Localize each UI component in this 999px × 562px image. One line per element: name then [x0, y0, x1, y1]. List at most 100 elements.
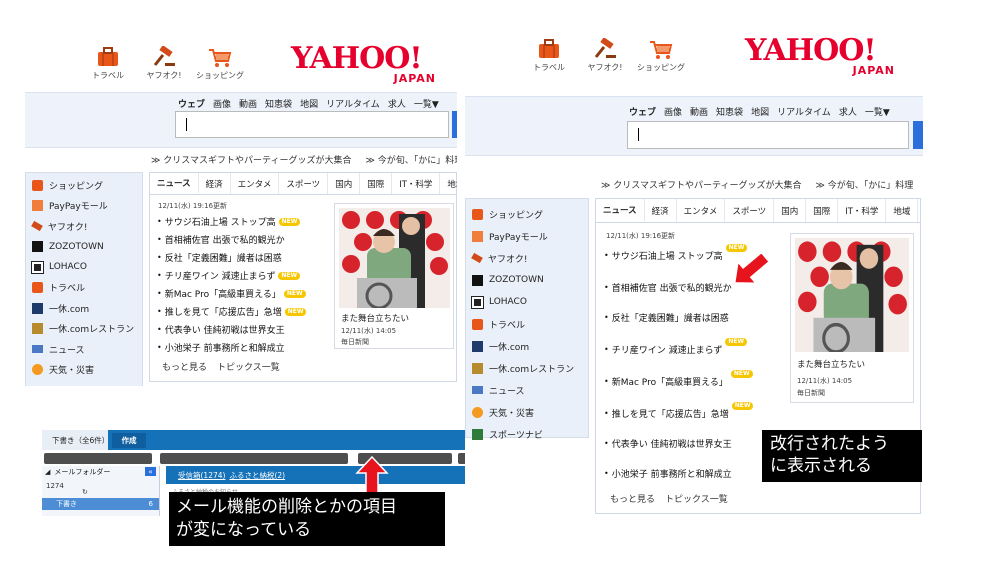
search-tab-realtime[interactable]: リアルタイム [326, 97, 380, 110]
sidebar-item-travel[interactable]: トラベル [466, 313, 588, 335]
sidebar-item-sports[interactable]: スポーツナビ [466, 423, 588, 445]
search-tab-more[interactable]: 一覧▼ [865, 105, 890, 118]
tab-news[interactable]: ニュース [150, 173, 199, 194]
sidebar-item-paypaymall[interactable]: PayPayモール [466, 225, 588, 247]
yahoo-logo[interactable]: YAHOO! JAPAN [745, 36, 895, 78]
headline-6[interactable]: • 推しを見て「応援広告」急増 NEW [604, 401, 754, 420]
topics-list-link[interactable]: トピックス一覧 [217, 360, 280, 373]
photo-card[interactable]: また舞台立ちたい 12/11(水) 14:05 毎日新聞 [334, 203, 454, 349]
search-tab-realtime[interactable]: リアルタイム [777, 105, 831, 118]
tab-domestic[interactable]: 国内 [328, 173, 361, 194]
headline-8[interactable]: • 小池栄子 前事務所と和解成立 [157, 341, 285, 354]
search-button[interactable] [913, 121, 923, 149]
topics-list-link[interactable]: トピックス一覧 [665, 492, 728, 505]
sidebar-item-paypaymall[interactable]: PayPayモール [26, 196, 142, 217]
sidebar-item-ikyu[interactable]: 一休.com [26, 298, 142, 319]
sidebar-item-zozotown[interactable]: ZOZOTOWN [466, 269, 588, 291]
tab-entertainment[interactable]: エンタメ [231, 173, 280, 194]
sidebar-item-news[interactable]: ニュース [26, 339, 142, 360]
broken-toolbar-item-1[interactable] [44, 453, 152, 464]
sidebar-item-weather[interactable]: 天気・災害 [26, 360, 142, 381]
tab-news[interactable]: ニュース [596, 199, 645, 222]
promo-link-2[interactable]: ≫ 今が旬、「かに」料理 [366, 153, 458, 166]
search-tab-chiebukuro[interactable]: 知恵袋 [265, 97, 292, 110]
shopping-link[interactable]: ショッピング [192, 46, 248, 81]
promo-link-1[interactable]: ≫ クリスマスギフトやパーティーグッズが大集合 [151, 153, 352, 166]
search-tab-more[interactable]: 一覧▼ [414, 97, 439, 110]
tab-sports[interactable]: スポーツ [279, 173, 329, 194]
tab-it-science[interactable]: IT・科学 [838, 199, 887, 222]
more-link[interactable]: もっと見る [162, 360, 207, 373]
headline-7[interactable]: • 代表争い 佳純初戦は世界女王 [604, 437, 732, 450]
sidebar-item-ikyu[interactable]: 一休.com [466, 335, 588, 357]
promo-link-2[interactable]: ≫ 今が旬、「かに」料理 [816, 178, 914, 191]
headline-2[interactable]: • 首相補佐官 出張で私的観光か [157, 233, 285, 246]
headline-6[interactable]: • 推しを見て「応援広告」急増 NEW [157, 305, 307, 318]
sidebar-item-news[interactable]: ニュース [466, 379, 588, 401]
sidebar-item-yafuoku[interactable]: ヤフオク! [466, 247, 588, 269]
headline-5[interactable]: • 新Mac Pro「高級車買える」 NEW [157, 287, 306, 300]
sidebar-item-travel[interactable]: トラベル [26, 278, 142, 299]
broken-toolbar-item-2[interactable] [160, 453, 348, 464]
headline-2[interactable]: • 首相補佐官 出張で私的観光か [604, 281, 732, 294]
search-tab-image[interactable]: 画像 [213, 97, 231, 110]
inbox-link[interactable]: 受信箱(1274) [178, 470, 225, 481]
headline-3[interactable]: • 反社「定義困難」識者は困惑 [604, 311, 729, 324]
search-tab-video[interactable]: 動画 [690, 105, 708, 118]
promo-link-1[interactable]: ≫ クリスマスギフトやパーティーグッズが大集合 [601, 178, 802, 191]
auction-link[interactable]: ヤフオク! [577, 38, 633, 73]
tab-economy[interactable]: 経済 [645, 199, 677, 222]
search-input[interactable] [627, 121, 909, 149]
shopping-link[interactable]: ショッピング [633, 38, 689, 73]
auction-link[interactable]: ヤフオク! [136, 46, 192, 81]
sidebar-item-lohaco[interactable]: LOHACO [26, 257, 142, 278]
search-tab-web[interactable]: ウェブ [629, 105, 656, 118]
sidebar-item-lohaco[interactable]: LOHACO [466, 291, 588, 313]
tab-drafts[interactable]: 下書き（全6件） [42, 430, 109, 450]
search-tab-jobs[interactable]: 求人 [388, 97, 406, 110]
tab-entertainment[interactable]: エンタメ [677, 199, 726, 222]
photo-card[interactable]: また舞台立ちたい 12/11(水) 14:05 毎日新聞 [790, 233, 914, 403]
search-tab-map[interactable]: 地図 [300, 97, 318, 110]
collapse-icon[interactable]: « [145, 467, 156, 476]
sidebar-item-shopping[interactable]: ショッピング [26, 175, 142, 196]
search-tab-video[interactable]: 動画 [239, 97, 257, 110]
headline-5[interactable]: • 新Mac Pro「高級車買える」 NEW [604, 369, 753, 388]
tab-international[interactable]: 国際 [806, 199, 839, 222]
compose-button[interactable]: 作成 [112, 433, 146, 448]
headline-4[interactable]: • チリ産ワイン 減速止まらず NEW [157, 269, 301, 282]
headline-4[interactable]: • チリ産ワイン 減速止まらず NEW [604, 337, 748, 356]
more-link[interactable]: もっと見る [610, 492, 655, 505]
sidebar-item-weather[interactable]: 天気・災害 [466, 401, 588, 423]
headline-1[interactable]: • サウジ石油上場 ストップ高 NEW [157, 215, 301, 228]
sidebar-item-yafuoku[interactable]: ヤフオク! [26, 216, 142, 237]
headline-8[interactable]: • 小池栄子 前事務所と和解成立 [604, 467, 732, 480]
search-tab-image[interactable]: 画像 [664, 105, 682, 118]
folder-drafts[interactable]: 下書き 6 [42, 498, 159, 510]
search-tab-jobs[interactable]: 求人 [839, 105, 857, 118]
search-button[interactable] [452, 111, 457, 138]
search-tab-chiebukuro[interactable]: 知恵袋 [716, 105, 743, 118]
tab-local[interactable]: 地域 [886, 199, 919, 222]
tab-economy[interactable]: 経済 [199, 173, 231, 194]
furusato-link[interactable]: ふるさと納税(2) [229, 470, 285, 481]
yahoo-logo[interactable]: YAHOO! JAPAN [291, 44, 436, 86]
search-tab-web[interactable]: ウェブ [178, 97, 205, 110]
sidebar-item-ikyu-restaurant[interactable]: 一休.comレストラン [26, 319, 142, 340]
tab-domestic[interactable]: 国内 [774, 199, 807, 222]
tab-international[interactable]: 国際 [360, 173, 393, 194]
travel-link[interactable]: トラベル [80, 46, 136, 81]
headline-1[interactable]: • サウジ石油上場 ストップ高 NEW [604, 243, 748, 262]
headline-7[interactable]: • 代表争い 佳純初戦は世界女王 [157, 323, 285, 336]
headline-3[interactable]: • 反社「定義困難」識者は困惑 [157, 251, 282, 264]
new-badge: NEW [283, 289, 306, 298]
sidebar-item-zozotown[interactable]: ZOZOTOWN [26, 237, 142, 258]
tab-sports[interactable]: スポーツ [725, 199, 775, 222]
tab-it-science[interactable]: IT・科学 [392, 173, 441, 194]
tab-local[interactable]: 地域 [440, 173, 457, 194]
sidebar-item-ikyu-restaurant[interactable]: 一休.comレストラン [466, 357, 588, 379]
travel-link[interactable]: トラベル [521, 38, 577, 73]
sidebar-item-shopping[interactable]: ショッピング [466, 203, 588, 225]
search-input[interactable] [175, 111, 449, 138]
search-tab-map[interactable]: 地図 [751, 105, 769, 118]
